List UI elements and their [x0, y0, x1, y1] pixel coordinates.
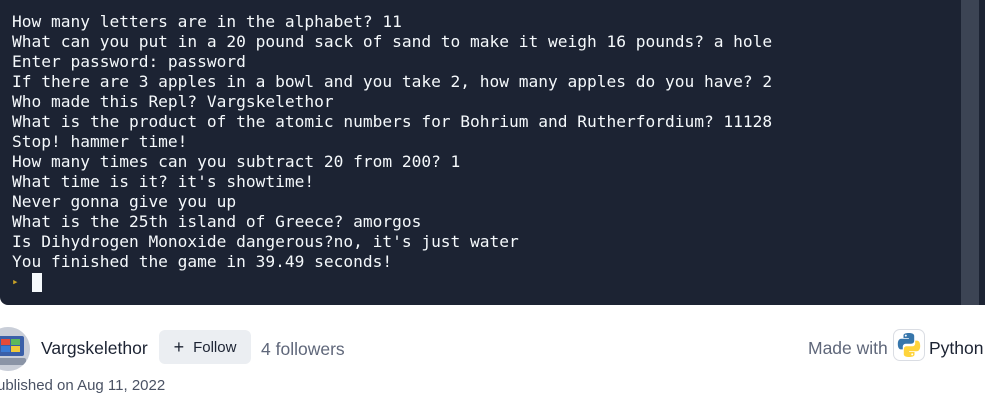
- published-date: ublished on Aug 11, 2022: [0, 377, 166, 394]
- console-line: How many letters are in the alphabet? 11: [12, 12, 402, 31]
- language-name[interactable]: Python: [929, 338, 983, 359]
- console-line: Never gonna give you up: [12, 192, 237, 211]
- follow-button[interactable]: + Follow: [159, 330, 251, 364]
- console-output[interactable]: How many letters are in the alphabet? 11…: [0, 0, 961, 305]
- console-edge: [979, 0, 985, 305]
- plus-icon: +: [173, 337, 185, 357]
- follow-label: Follow: [193, 338, 237, 356]
- console-line: If there are 3 apples in a bowl and you …: [12, 72, 773, 91]
- console-line: What time is it? it's showtime!: [12, 172, 315, 191]
- console-line: What can you put in a 20 pound sack of s…: [12, 32, 773, 51]
- console-line: How many times can you subtract 20 from …: [12, 152, 461, 171]
- console-prompt[interactable]: ▸: [12, 272, 961, 292]
- author-row: Vargskelethor + Follow 4 followers Made …: [0, 325, 985, 371]
- avatar[interactable]: [0, 327, 30, 371]
- author-name[interactable]: Vargskelethor: [41, 338, 148, 359]
- console-line: Is Dihydrogen Monoxide dangerous?no, it'…: [12, 232, 519, 251]
- avatar-image: [0, 327, 30, 371]
- console-line: You finished the game in 39.49 seconds!: [12, 252, 393, 271]
- text-cursor: [32, 272, 42, 292]
- followers-count[interactable]: 4 followers: [261, 339, 345, 360]
- python-logo-icon[interactable]: [894, 330, 924, 360]
- console-scrollbar[interactable]: [961, 0, 979, 305]
- console-line: What is the product of the atomic number…: [12, 112, 773, 131]
- console-line: Enter password: password: [12, 52, 246, 71]
- console-line: What is the 25th island of Greece? amorg…: [12, 212, 422, 231]
- console-line: Who made this Repl? Vargskelethor: [12, 92, 334, 111]
- console-line: Stop! hammer time!: [12, 132, 188, 151]
- made-with-label: Made with: [808, 338, 888, 358]
- chevron-right-icon: ▸: [12, 275, 19, 288]
- console-lines: How many letters are in the alphabet? 11…: [12, 12, 961, 292]
